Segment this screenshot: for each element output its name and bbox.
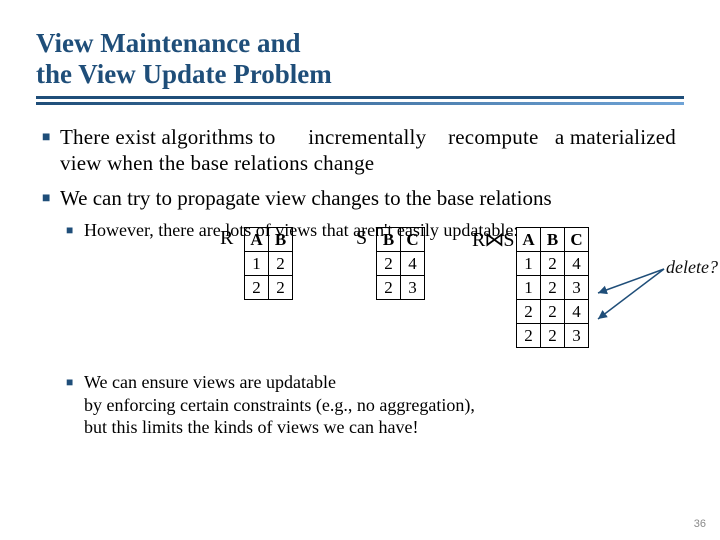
arrow-icon [594, 267, 666, 323]
bullet-level1: ■ There exist algorithms to incrementall… [42, 124, 684, 177]
table-cell: 2 [541, 276, 565, 300]
table-header: B [269, 228, 293, 252]
table-cell: 2 [541, 300, 565, 324]
table-row: 2 2 4 [517, 300, 589, 324]
table-cell: 2 [517, 300, 541, 324]
tables-area: R A B 1 2 2 2 S [66, 225, 684, 365]
table-row: 2 3 [377, 276, 425, 300]
bullet-text: There exist algorithms to incrementally … [60, 124, 684, 177]
table-cell: 4 [401, 252, 425, 276]
table-r: A B 1 2 2 2 [244, 227, 293, 300]
bullet-text: We can ensure views are updatable by enf… [84, 371, 684, 439]
table-label-r: R [220, 227, 233, 250]
table-cell: 1 [517, 276, 541, 300]
table-header: A [517, 228, 541, 252]
table-row: 1 2 4 [517, 252, 589, 276]
table-cell: 2 [541, 252, 565, 276]
bullet-square-icon: ■ [42, 129, 60, 177]
title-line-1: View Maintenance and [36, 28, 301, 58]
bullet-list: ■ There exist algorithms to incrementall… [36, 124, 684, 439]
slide-title: View Maintenance and the View Update Pro… [36, 28, 684, 90]
table-cell: 2 [517, 324, 541, 348]
page-number: 36 [694, 518, 706, 530]
bullet-square-icon: ■ [42, 190, 60, 211]
table-header: C [401, 228, 425, 252]
bullet-level1: ■ We can try to propagate view changes t… [42, 185, 684, 211]
table-row: 1 2 [245, 252, 293, 276]
table-cell: 3 [565, 276, 589, 300]
table-s: B C 2 4 2 3 [376, 227, 425, 300]
table-label-s: S [356, 227, 367, 250]
title-line-2: the View Update Problem [36, 59, 332, 89]
table-cell: 2 [245, 276, 269, 300]
annotation-delete: delete? [666, 257, 718, 278]
table-cell: 4 [565, 300, 589, 324]
table-row: 2 4 [377, 252, 425, 276]
table-cell: 3 [565, 324, 589, 348]
table-header: B [541, 228, 565, 252]
table-cell: 1 [245, 252, 269, 276]
table-cell: 2 [377, 276, 401, 300]
bullet-square-icon: ■ [66, 375, 84, 439]
table-label-join: R⋈S [472, 227, 513, 252]
table-cell: 3 [401, 276, 425, 300]
table-cell: 4 [565, 252, 589, 276]
table-cell: 1 [517, 252, 541, 276]
table-header: B [377, 228, 401, 252]
bullet-text: We can try to propagate view changes to … [60, 185, 684, 211]
table-row: 2 2 [245, 276, 293, 300]
table-cell: 2 [541, 324, 565, 348]
table-row: 2 2 3 [517, 324, 589, 348]
bullet-level2: ■ We can ensure views are updatable by e… [66, 371, 684, 439]
table-header: C [565, 228, 589, 252]
table-cell: 2 [269, 252, 293, 276]
table-row: 1 2 3 [517, 276, 589, 300]
title-underline [36, 96, 684, 106]
table-header: A [245, 228, 269, 252]
table-cell: 2 [377, 252, 401, 276]
table-cell: 2 [269, 276, 293, 300]
table-join: A B C 1 2 4 1 2 3 2 [516, 227, 589, 348]
